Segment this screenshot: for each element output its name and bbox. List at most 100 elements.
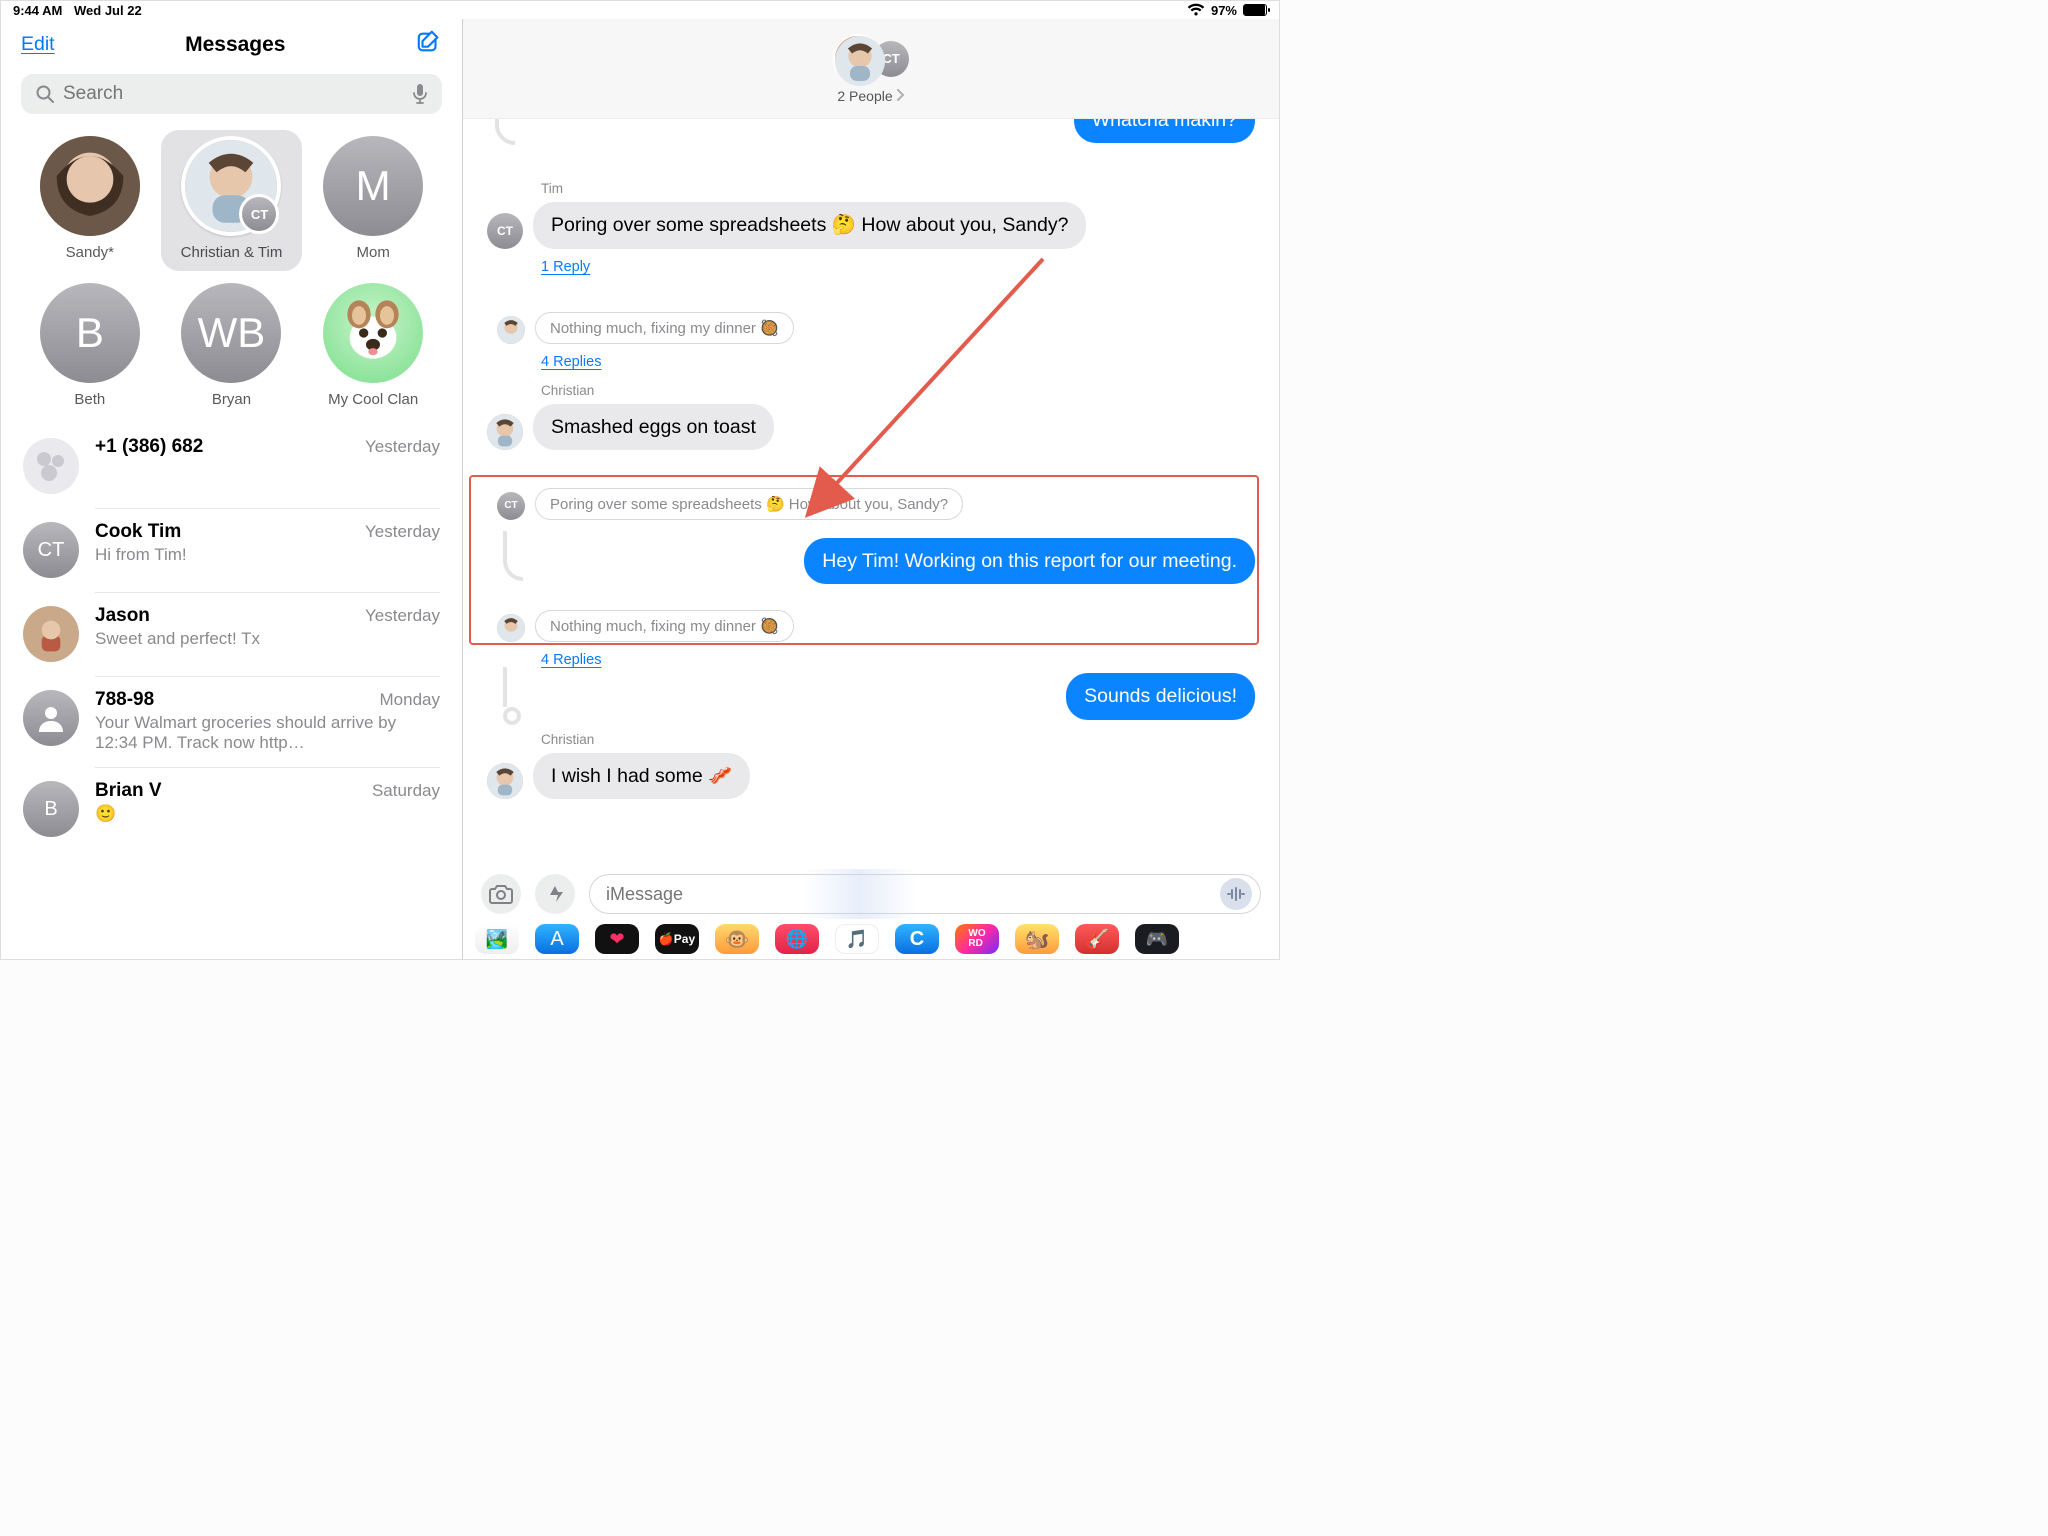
thread-time: Yesterday (365, 437, 440, 457)
sender-label: Christian (541, 383, 1255, 398)
pinned-bryan[interactable]: WB Bryan (161, 277, 303, 418)
thread-preview: 🙂 (95, 804, 440, 824)
status-bar: 9:44 AM Wed Jul 22 97% (1, 1, 1279, 19)
pinned-label: Bryan (212, 391, 251, 408)
pinned-label: Mom (356, 244, 389, 261)
sender-label: Christian (541, 732, 1255, 747)
avatar (833, 34, 883, 84)
app-icon[interactable]: 🌐 (775, 924, 819, 954)
imessage-app-strip[interactable]: 🏞️ A ❤ 🍎Pay 🐵 🌐 🎵 C WORD 🐿️ 🎸 🎮 (463, 919, 1279, 959)
message-text-input[interactable] (606, 884, 1220, 905)
thread-name: Jason (95, 605, 150, 627)
app-icon[interactable]: 🍎Pay (655, 924, 699, 954)
avatar (23, 438, 79, 494)
camera-button[interactable] (481, 874, 521, 914)
thread-name: 788-98 (95, 689, 154, 711)
app-icon[interactable]: 🎵 (835, 924, 879, 954)
appstore-button[interactable] (535, 874, 575, 914)
avatar: B (40, 283, 140, 383)
app-icon[interactable]: 🐿️ (1015, 924, 1059, 954)
avatar (23, 606, 79, 662)
reply-count[interactable]: 1 Reply (541, 259, 590, 275)
pinned-label: Beth (74, 391, 105, 408)
reply-quote[interactable]: Poring over some spreadsheets 🤔 How abou… (535, 488, 963, 520)
avatar (181, 136, 281, 236)
battery-percent: 97% (1211, 3, 1237, 18)
message-out[interactable]: Whatcha makin? (1074, 119, 1255, 143)
conversation-list[interactable]: +1 (386) 682Yesterday CT Cook Tim Yesterd… (1, 424, 462, 959)
thread-preview: Hi from Tim! (95, 545, 440, 565)
avatar (487, 414, 523, 450)
sidebar-title: Messages (55, 33, 416, 57)
audio-record-button[interactable] (1220, 878, 1252, 910)
pinned-my-cool-clan[interactable]: My Cool Clan (302, 277, 444, 418)
list-item[interactable]: Jason Yesterday Sweet and perfect! Tx (1, 592, 462, 676)
reply-count[interactable]: 4 Replies (541, 652, 601, 668)
message-input[interactable] (589, 874, 1261, 914)
pinned-mom[interactable]: M Mom (302, 130, 444, 271)
reply-count[interactable]: 4 Replies (541, 354, 601, 370)
search-input[interactable] (63, 83, 404, 105)
messages-app: 9:44 AM Wed Jul 22 97% Edit Messages (0, 0, 1280, 960)
avatar: WB (181, 283, 281, 383)
reply-quote[interactable]: Nothing much, fixing my dinner 🥘 (535, 610, 794, 642)
chevron-right-icon (897, 88, 905, 104)
thread-preview: Sweet and perfect! Tx (95, 629, 440, 649)
list-item[interactable]: CT Cook Tim Yesterday Hi from Tim! (1, 508, 462, 592)
app-icon[interactable]: 🐵 (715, 924, 759, 954)
messages-scroll[interactable]: Whatcha makin? Tim CT Poring over some s… (463, 119, 1279, 895)
message-out[interactable]: Hey Tim! Working on this report for our … (804, 538, 1255, 584)
avatar (497, 614, 525, 642)
battery-icon (1243, 4, 1267, 16)
pinned-christian-tim[interactable]: Christian & Tim (161, 130, 303, 271)
pinned-label: Sandy* (66, 244, 114, 261)
thread-name: Cook Tim (95, 521, 181, 543)
avatar: CT (487, 213, 523, 249)
pinned-label: My Cool Clan (328, 391, 418, 408)
chat-pane: CT 2 People Whatcha makin? Tim CT Por (463, 19, 1279, 959)
thread-time: Saturday (372, 781, 440, 801)
thread-preview: Your Walmart groceries should arrive by … (95, 713, 440, 753)
edit-button[interactable]: Edit (21, 33, 55, 56)
pinned-sandy[interactable]: Sandy* (19, 130, 161, 271)
search-field[interactable] (21, 74, 442, 114)
reply-quote[interactable]: Nothing much, fixing my dinner 🥘 (535, 312, 794, 344)
message-in[interactable]: Smashed eggs on toast (533, 404, 774, 450)
app-icon[interactable]: A (535, 924, 579, 954)
app-icon[interactable]: WORD (955, 924, 999, 954)
message-in[interactable]: I wish I had some 🥓 (533, 753, 750, 799)
chat-header-title[interactable]: 2 People (837, 88, 904, 104)
avatar: CT (23, 522, 79, 578)
status-date: Wed Jul 22 (74, 3, 142, 18)
message-input-bar (463, 871, 1279, 917)
avatar (40, 136, 140, 236)
thread-time: Yesterday (365, 522, 440, 542)
avatar: B (23, 781, 79, 837)
avatar: M (323, 136, 423, 236)
list-item[interactable]: B Brian V Saturday 🙂 (1, 767, 462, 851)
search-icon (35, 84, 55, 104)
app-icon[interactable]: ❤ (595, 924, 639, 954)
app-icon[interactable]: 🏞️ (475, 924, 519, 954)
list-item[interactable]: +1 (386) 682Yesterday (1, 424, 462, 508)
avatar (23, 690, 79, 746)
dictation-icon[interactable] (412, 83, 428, 105)
app-icon[interactable]: 🎮 (1135, 924, 1179, 954)
pinned-label: Christian & Tim (181, 244, 283, 261)
chat-header-avatars: CT (833, 34, 909, 84)
avatar (497, 316, 525, 344)
pinned-conversations: Sandy* Christian & Tim M Mom B Beth (1, 124, 462, 424)
compose-icon[interactable] (416, 29, 442, 60)
app-icon[interactable]: C (895, 924, 939, 954)
app-icon[interactable]: 🎸 (1075, 924, 1119, 954)
thread-time: Yesterday (365, 606, 440, 626)
pinned-beth[interactable]: B Beth (19, 277, 161, 418)
message-in[interactable]: Poring over some spreadsheets 🤔 How abou… (533, 202, 1086, 248)
chat-header[interactable]: CT 2 People (463, 19, 1279, 119)
thread-time: Monday (380, 690, 440, 710)
avatar: CT (497, 492, 525, 520)
list-item[interactable]: 788-98 Monday Your Walmart groceries shou… (1, 676, 462, 767)
thread-name: Brian V (95, 780, 162, 802)
message-out[interactable]: Sounds delicious! (1066, 673, 1255, 719)
sidebar: Edit Messages Sandy* (1, 19, 463, 959)
